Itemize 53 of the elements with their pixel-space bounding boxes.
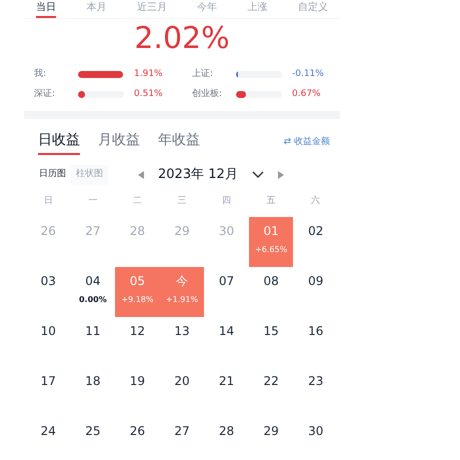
day-cell[interactable]: 02	[293, 216, 338, 266]
stat-value: 0.67%	[292, 88, 321, 100]
day-cell[interactable]: 13	[160, 316, 204, 366]
day-cell[interactable]: 10	[26, 316, 71, 366]
day-cell[interactable]: 03	[26, 266, 71, 316]
day-cell[interactable]: 04 0.00%	[70, 266, 116, 316]
stat-value: 0.51%	[134, 88, 163, 100]
day-cell[interactable]: 09	[293, 266, 338, 316]
day-cell[interactable]: 26	[115, 416, 160, 460]
return-tab[interactable]: 月收益	[98, 131, 140, 155]
stat-label: 创业板:	[192, 88, 224, 100]
day-cell[interactable]: 21	[204, 366, 249, 416]
day-cell[interactable]: 24	[26, 416, 71, 460]
day-cell[interactable]: 11	[70, 316, 116, 366]
weekday-label: 一	[88, 194, 98, 208]
day-cell[interactable]: 07	[204, 266, 249, 316]
total-return: 2.02%	[134, 20, 230, 58]
return-tab[interactable]: 日收益	[38, 131, 80, 155]
day-cell[interactable]: 27	[160, 416, 204, 460]
day-cell[interactable]: 22	[248, 366, 294, 416]
weekday-label: 二	[132, 194, 142, 208]
stat-label: 上证:	[192, 68, 214, 81]
stat-label: 我:	[34, 68, 48, 81]
day-cell[interactable]: 25	[70, 416, 116, 460]
day-cell[interactable]: 28	[204, 416, 249, 460]
return-tab[interactable]: 年收益	[158, 131, 200, 155]
day-cell[interactable]: 15	[248, 316, 294, 366]
stat-value: 1.91%	[134, 68, 163, 81]
stat-value: -0.11%	[292, 68, 324, 81]
next-icon[interactable]	[278, 170, 284, 179]
weekday-label: 日	[44, 194, 53, 208]
stat-label: 深证:	[34, 88, 56, 100]
day-cell[interactable]: 18	[70, 366, 116, 416]
day-cell[interactable]: 23	[293, 366, 338, 416]
period-tab[interactable]: 当日	[36, 1, 56, 18]
weekday-label: 六	[311, 194, 320, 208]
day-cell[interactable]: 14	[204, 316, 249, 366]
day-cell[interactable]: 16	[293, 316, 338, 366]
month-label: 2023年 12月	[158, 166, 238, 184]
weekday-label: 三	[177, 194, 186, 208]
view-tab[interactable]: 日历图	[34, 165, 71, 184]
day-cell[interactable]: 08	[248, 266, 294, 316]
day-cell[interactable]: 20	[160, 366, 204, 416]
toggle-link[interactable]: ⇄ 收益金额	[284, 136, 330, 150]
weekday-label: 四	[222, 194, 232, 208]
weekday-label: 五	[266, 194, 276, 208]
day-cell[interactable]: 19	[115, 366, 160, 416]
day-cell[interactable]: 29	[248, 416, 294, 460]
chevron-down-icon[interactable]	[252, 170, 264, 179]
previous-icon[interactable]	[138, 170, 144, 179]
day-cell[interactable]: 17	[26, 366, 71, 416]
day-cell[interactable]: 30	[293, 416, 338, 460]
day-cell[interactable]: 12	[115, 316, 160, 366]
